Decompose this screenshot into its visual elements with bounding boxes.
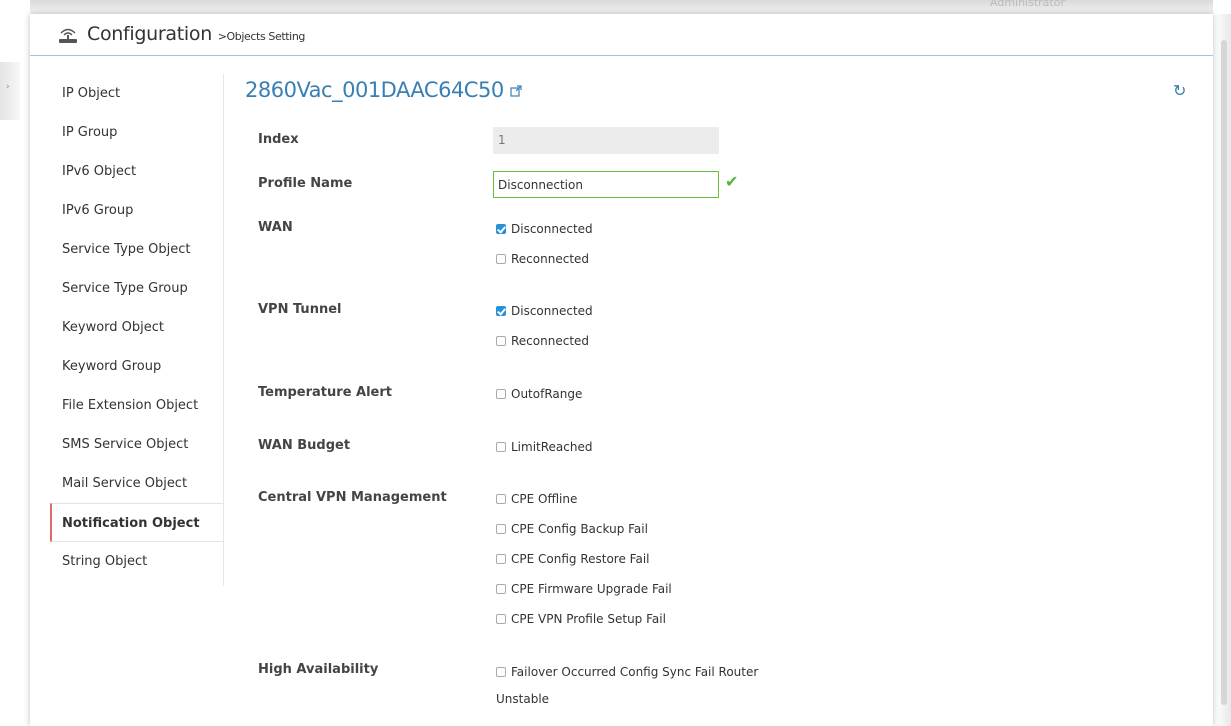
- sidebar-item-sms-service-object[interactable]: SMS Service Object: [50, 425, 224, 464]
- option-label: Reconnected: [511, 252, 590, 266]
- option-label: CPE Config Restore Fail: [511, 552, 650, 566]
- wan-budget-limitreached-option[interactable]: LimitReached: [496, 440, 593, 454]
- high-availability-label: High Availability: [258, 662, 379, 677]
- option-label: LimitReached: [511, 440, 593, 454]
- checkbox-icon[interactable]: [496, 584, 506, 594]
- profile-name-label: Profile Name: [258, 176, 353, 191]
- cpe-firmware-upgrade-fail-option[interactable]: CPE Firmware Upgrade Fail: [496, 582, 672, 596]
- checkbox-icon[interactable]: [496, 667, 506, 677]
- breadcrumb: >Objects Setting: [217, 30, 306, 43]
- checkbox-icon[interactable]: [496, 254, 506, 264]
- checkbox-icon[interactable]: [496, 442, 506, 452]
- failover-option[interactable]: Failover Occurred Config Sync Fail Route…: [496, 665, 758, 679]
- option-label: Disconnected: [511, 304, 593, 318]
- sidebar-item-notification-object[interactable]: Notification Object: [50, 503, 224, 542]
- page-header: Configuration >Objects Setting: [30, 14, 1213, 56]
- device-name: 2860Vac_001DAAC64C50: [245, 78, 504, 102]
- checkbox-icon[interactable]: [496, 336, 506, 346]
- wan-label: WAN: [258, 220, 293, 235]
- vpn-tunnel-label: VPN Tunnel: [258, 302, 342, 317]
- central-vpn-label: Central VPN Management: [258, 490, 447, 505]
- chevron-right-icon[interactable]: ›: [6, 82, 10, 92]
- checkbox-icon[interactable]: [496, 494, 506, 504]
- sidebar-item-ipv6-object[interactable]: IPv6 Object: [50, 152, 224, 191]
- sidebar-item-keyword-object[interactable]: Keyword Object: [50, 308, 224, 347]
- sidebar-item-ip-group[interactable]: IP Group: [50, 113, 224, 152]
- option-label: CPE Config Backup Fail: [511, 522, 648, 536]
- sidebar-item-service-type-group[interactable]: Service Type Group: [50, 269, 224, 308]
- router-icon: [59, 28, 77, 43]
- sidebar-divider: [223, 74, 224, 586]
- collapse-handle[interactable]: [0, 62, 20, 120]
- checkbox-icon[interactable]: [496, 614, 506, 624]
- profile-name-input[interactable]: [493, 171, 719, 198]
- refresh-icon[interactable]: ↻: [1173, 81, 1186, 100]
- wan-reconnected-option[interactable]: Reconnected: [496, 252, 589, 266]
- option-label: Disconnected: [511, 222, 593, 236]
- failover-option-continued: Unstable: [496, 692, 550, 706]
- checkbox-icon[interactable]: [496, 389, 506, 399]
- temperature-outofrange-option[interactable]: OutofRange: [496, 387, 582, 401]
- checkbox-icon[interactable]: [496, 554, 506, 564]
- page-title-text: Configuration: [87, 23, 212, 45]
- cpe-vpn-profile-setup-fail-option[interactable]: CPE VPN Profile Setup Fail: [496, 612, 666, 626]
- checkbox-icon[interactable]: [496, 524, 506, 534]
- option-label: CPE VPN Profile Setup Fail: [511, 612, 666, 626]
- wan-budget-label: WAN Budget: [258, 438, 351, 453]
- wan-disconnected-option[interactable]: Disconnected: [496, 222, 593, 236]
- external-link-icon[interactable]: [510, 85, 522, 97]
- sidebar-item-mail-service-object[interactable]: Mail Service Object: [50, 464, 224, 503]
- option-label: OutofRange: [511, 387, 583, 401]
- sidebar-item-ipv6-group[interactable]: IPv6 Group: [50, 191, 224, 230]
- checkbox-checked-icon[interactable]: [496, 306, 506, 316]
- checkbox-checked-icon[interactable]: [496, 224, 506, 234]
- option-label: CPE Firmware Upgrade Fail: [511, 582, 672, 596]
- vpn-disconnected-option[interactable]: Disconnected: [496, 304, 593, 318]
- valid-check-icon: ✔: [725, 172, 739, 191]
- scrollbar[interactable]: [1221, 40, 1227, 705]
- sidebar-item-file-extension-object[interactable]: File Extension Object: [50, 386, 224, 425]
- option-label: CPE Offline: [511, 492, 578, 506]
- vpn-reconnected-option[interactable]: Reconnected: [496, 334, 589, 348]
- user-label: Administrator: [990, 0, 1065, 9]
- sidebar-item-ip-object[interactable]: IP Object: [50, 74, 224, 113]
- sidebar-item-keyword-group[interactable]: Keyword Group: [50, 347, 224, 386]
- sidebar-item-string-object[interactable]: String Object: [50, 542, 224, 581]
- cpe-offline-option[interactable]: CPE Offline: [496, 492, 577, 506]
- config-panel: Configuration >Objects Setting IP Object…: [30, 14, 1213, 726]
- option-label: Failover Occurred Config Sync Fail Route…: [511, 665, 759, 679]
- index-label: Index: [258, 132, 299, 147]
- device-title: 2860Vac_001DAAC64C50: [245, 78, 522, 102]
- temperature-alert-label: Temperature Alert: [258, 385, 392, 400]
- objects-sidebar: IP Object IP Group IPv6 Object IPv6 Grou…: [50, 74, 224, 581]
- page-title: Configuration >Objects Setting: [87, 23, 305, 45]
- cpe-config-restore-fail-option[interactable]: CPE Config Restore Fail: [496, 552, 650, 566]
- index-field: 1: [493, 127, 719, 154]
- sidebar-item-service-type-object[interactable]: Service Type Object: [50, 230, 224, 269]
- option-label: Reconnected: [511, 334, 590, 348]
- cpe-config-backup-fail-option[interactable]: CPE Config Backup Fail: [496, 522, 648, 536]
